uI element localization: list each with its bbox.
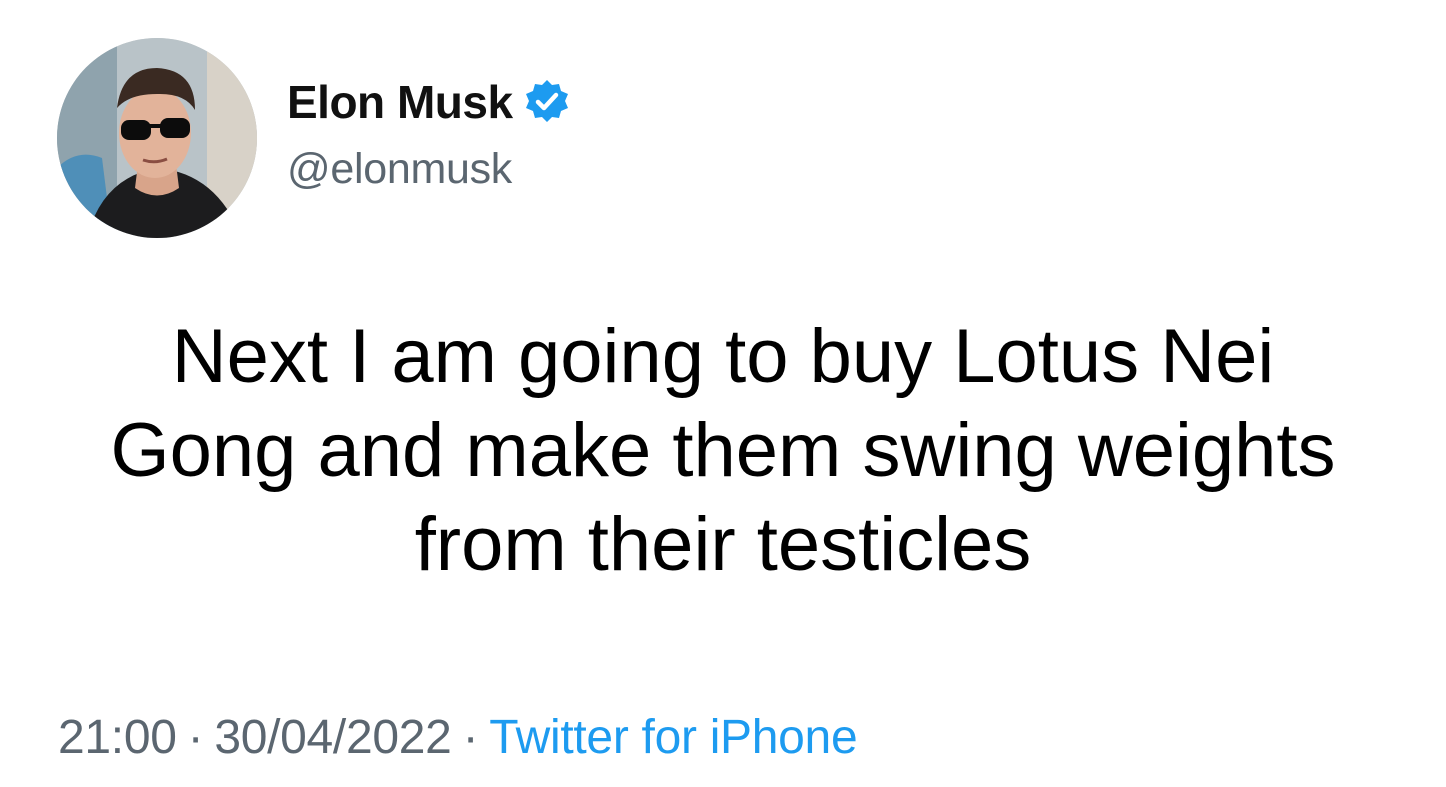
avatar-image — [57, 38, 257, 238]
tweet-text: Next I am going to buy Lotus Nei Gong an… — [0, 310, 1446, 592]
tweet-text-line: Gong and make them swing weights — [110, 408, 1336, 493]
avatar[interactable] — [57, 38, 257, 238]
tweet-meta: 21:00 · 30/04/2022 · Twitter for iPhone — [58, 708, 858, 768]
tweet-time[interactable]: 21:00 — [58, 711, 177, 764]
tweet-card: Elon Musk @elonmusk Next I am going to b… — [0, 0, 1446, 787]
tweet-source-link[interactable]: Twitter for iPhone — [489, 711, 857, 764]
tweet-date[interactable]: 30/04/2022 — [214, 711, 452, 764]
name-row: Elon Musk — [287, 74, 571, 130]
tweet-author: Elon Musk @elonmusk — [287, 74, 571, 194]
meta-separator: · — [462, 711, 479, 764]
meta-separator: · — [187, 711, 204, 764]
display-name[interactable]: Elon Musk — [287, 74, 513, 130]
tweet-text-line: from their testicles — [414, 502, 1032, 587]
verified-badge-icon — [523, 78, 571, 126]
tweet-text-line: Next I am going to buy Lotus Nei — [171, 314, 1275, 399]
username-handle[interactable]: @elonmusk — [287, 144, 571, 194]
